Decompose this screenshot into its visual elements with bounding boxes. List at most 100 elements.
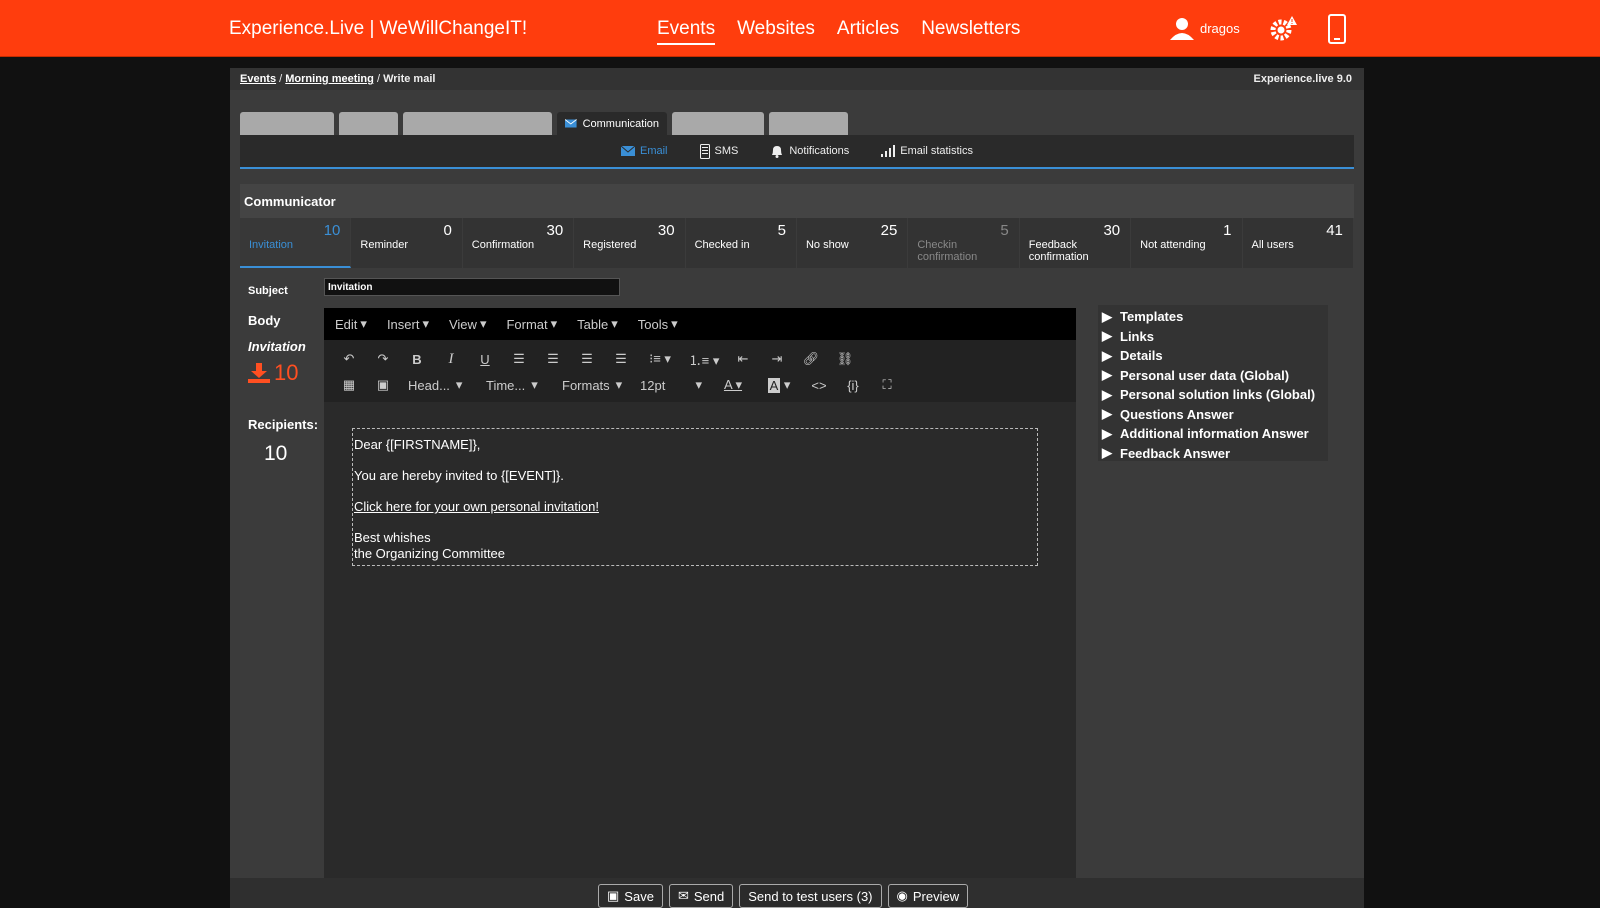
bold-icon: B: [412, 351, 422, 367]
background-color-button[interactable]: A ▾: [756, 377, 802, 393]
side-item-additional-info-answer[interactable]: ▶ Additional information Answer: [1102, 424, 1324, 444]
outdent-icon: ⇤: [737, 351, 749, 366]
mobile-preview-button[interactable]: [1328, 14, 1346, 49]
source-code-button[interactable]: <>: [802, 378, 836, 393]
side-item-label: Personal user data (Global): [1120, 367, 1290, 383]
preview-button[interactable]: ◉ Preview: [887, 884, 969, 908]
category-count: 10: [323, 222, 341, 239]
category-invitation[interactable]: 10 Invitation: [240, 218, 352, 268]
bold-button[interactable]: B: [400, 352, 434, 367]
text-color-button[interactable]: A ▾: [710, 377, 756, 393]
align-right-button[interactable]: ☰: [570, 351, 604, 367]
email-line: You are hereby invited to {[EVENT]}.: [354, 468, 564, 483]
category-checked-in[interactable]: 5 Checked in: [685, 218, 797, 268]
font-family-dropdown[interactable]: Time... ▾: [478, 377, 554, 393]
film-icon: ▦: [342, 377, 356, 392]
subtab-notifications[interactable]: Notifications: [770, 144, 849, 158]
outdent-button[interactable]: ⇤: [726, 351, 760, 367]
send-button[interactable]: ✉ Send: [668, 884, 734, 908]
caret-down-icon: ▾: [360, 316, 367, 331]
category-all-users[interactable]: 41 All users: [1242, 218, 1354, 268]
category-reminder[interactable]: 0 Reminder: [351, 218, 463, 268]
send-label: Send: [693, 888, 725, 904]
nav-events[interactable]: Events: [657, 18, 716, 45]
subject-input[interactable]: [324, 278, 620, 296]
send-test-users-button[interactable]: Send to test users (3): [739, 884, 882, 908]
tab-communication[interactable]: Communication: [557, 112, 667, 135]
undo-button[interactable]: ↶: [332, 351, 366, 367]
email-body-content[interactable]: Dear {[FIRSTNAME]}, You are hereby invit…: [352, 428, 1038, 566]
category-confirmation[interactable]: 30 Confirmation: [462, 218, 575, 268]
brand-title[interactable]: Experience.Live | WeWillChangeIT!: [229, 18, 527, 40]
side-item-templates[interactable]: ▶ Templates: [1102, 307, 1324, 327]
tab-blurred-2[interactable]: [339, 112, 398, 135]
side-item-questions-answer[interactable]: ▶ Questions Answer: [1102, 405, 1324, 425]
font-size-dropdown[interactable]: 12pt ▾: [632, 377, 710, 393]
category-checkin-confirmation[interactable]: 5 Checkin confirmation: [908, 218, 1020, 268]
tab-blurred-5[interactable]: [769, 112, 848, 135]
category-feedback-confirmation[interactable]: 30 Feedback confirmation: [1019, 218, 1132, 268]
align-center-button[interactable]: ☰: [536, 351, 570, 367]
italic-button[interactable]: I: [434, 351, 468, 368]
top-navbar: Experience.Live | WeWillChangeIT! Events…: [0, 0, 1600, 57]
menu-insert[interactable]: Insert ▾: [387, 316, 429, 332]
unlink-button[interactable]: ⛓︎: [828, 351, 862, 367]
category-no-show[interactable]: 25 No show: [796, 218, 909, 268]
heading-dropdown[interactable]: Head... ▾: [400, 377, 478, 393]
menu-tools[interactable]: Tools ▾: [638, 316, 678, 332]
caret-down-icon: ▾: [550, 316, 558, 331]
bullet-list-button[interactable]: ⁝≡ ▾: [638, 351, 682, 367]
category-registered[interactable]: 30 Registered: [574, 218, 686, 268]
user-name: dragos: [1200, 20, 1240, 36]
side-item-feedback-answer[interactable]: ▶ Feedback Answer: [1102, 444, 1324, 464]
link-button[interactable]: 🔗︎: [794, 351, 828, 367]
menu-format[interactable]: Format ▾: [506, 316, 557, 332]
subtab-sms-label: SMS: [714, 145, 739, 157]
invitation-link[interactable]: Click here for your own personal invitat…: [354, 499, 599, 514]
caret-down-icon: ▾: [531, 377, 538, 392]
subtab-email-statistics[interactable]: Email statistics: [881, 145, 973, 157]
save-button[interactable]: ▣ Save: [598, 884, 663, 908]
side-item-label: Details: [1120, 348, 1163, 364]
recipient-categories: 10 Invitation 0 Reminder 30 Confirmation 30…: [240, 218, 1354, 268]
category-count: 1: [1223, 222, 1232, 239]
eye-icon: ◉: [896, 888, 908, 903]
download-recipients-button[interactable]: 10: [248, 360, 298, 386]
subtab-email[interactable]: Email: [620, 145, 668, 157]
menu-table[interactable]: Table ▾: [577, 316, 618, 332]
media-button[interactable]: ▦: [332, 377, 366, 393]
template-variables-button[interactable]: {i}: [836, 378, 870, 393]
category-not-attending[interactable]: 1 Not attending: [1131, 218, 1243, 268]
side-item-personal-user-data[interactable]: ▶ Personal user data (Global): [1102, 366, 1324, 386]
indent-button[interactable]: ⇥: [760, 351, 794, 367]
side-item-details[interactable]: ▶ Details: [1102, 346, 1324, 366]
formats-dropdown[interactable]: Formats ▾: [554, 377, 632, 393]
menu-edit[interactable]: Edit ▾: [335, 316, 367, 332]
menu-view[interactable]: View ▾: [449, 316, 486, 332]
gear-icon: [1270, 16, 1297, 41]
fullscreen-button[interactable]: ⛶: [870, 377, 904, 393]
triangle-right-icon: ▶: [1102, 425, 1112, 441]
numbered-list-button[interactable]: ⒈≡ ▾: [682, 350, 726, 369]
tab-blurred-4[interactable]: [672, 112, 764, 135]
nav-articles[interactable]: Articles: [837, 18, 899, 45]
breadcrumb-events[interactable]: Events: [240, 73, 276, 85]
side-item-links[interactable]: ▶ Links: [1102, 327, 1324, 347]
tab-blurred-1[interactable]: [240, 112, 334, 135]
nav-websites[interactable]: Websites: [737, 18, 815, 45]
settings-button[interactable]: [1268, 15, 1298, 48]
image-button[interactable]: ▣: [366, 377, 400, 393]
side-item-label: Questions Answer: [1120, 406, 1234, 422]
side-item-personal-solution-links[interactable]: ▶ Personal solution links (Global): [1102, 385, 1324, 405]
user-menu[interactable]: dragos: [1170, 16, 1240, 40]
breadcrumb-event[interactable]: Morning meeting: [285, 73, 374, 85]
justify-button[interactable]: ☰: [604, 351, 638, 367]
align-left-button[interactable]: ☰: [502, 351, 536, 367]
underline-button[interactable]: U: [468, 352, 502, 367]
category-count: 5: [1000, 222, 1009, 239]
redo-button[interactable]: ↷: [366, 351, 400, 367]
nav-newsletters[interactable]: Newsletters: [921, 18, 1020, 45]
category-label: Not attending: [1140, 239, 1206, 251]
subtab-sms[interactable]: SMS: [699, 143, 739, 159]
tab-blurred-3[interactable]: [403, 112, 552, 135]
